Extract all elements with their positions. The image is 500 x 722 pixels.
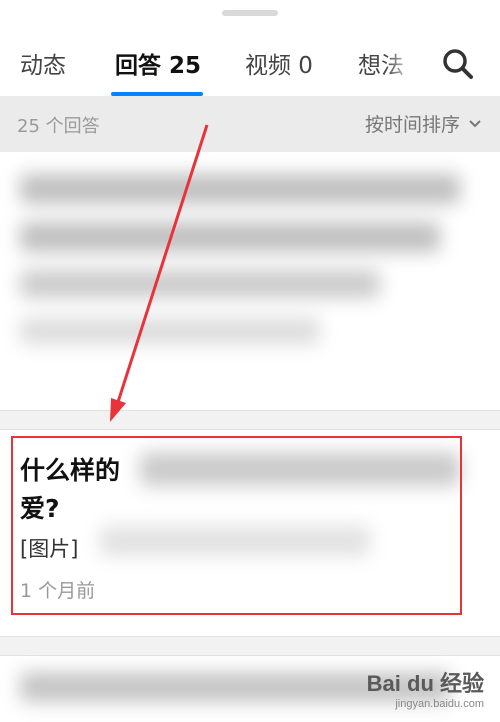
- tab-bar: 动态 回答 25 视频 0 想法: [0, 28, 500, 96]
- answer-card-blurred[interactable]: [0, 152, 500, 410]
- tab-answers[interactable]: 回答 25: [115, 46, 201, 80]
- tab-videos[interactable]: 视频 0: [245, 46, 313, 80]
- card-divider: [0, 410, 500, 430]
- card-divider: [0, 636, 500, 656]
- tab-activity[interactable]: 动态: [20, 46, 66, 80]
- chevron-down-icon: [469, 119, 481, 127]
- blurred-text: [20, 174, 460, 204]
- watermark-url: jingyan.baidu.com: [395, 698, 484, 710]
- sort-dropdown[interactable]: 按时间排序: [365, 110, 482, 137]
- watermark: Bai du 经验 jingyan.baidu.com: [367, 666, 484, 710]
- blurred-text: [20, 222, 440, 252]
- blurred-text: [20, 270, 380, 298]
- highlight-box: [11, 436, 462, 615]
- answers-subheader: 25 个回答 按时间排序: [0, 96, 500, 152]
- search-button[interactable]: [440, 46, 476, 82]
- blurred-text: [20, 318, 320, 344]
- watermark-logo: Bai du 经验: [366, 671, 484, 696]
- tab-overflow-fade: [385, 28, 430, 96]
- answers-sheet: 动态 回答 25 视频 0 想法 25 个回答 按时间排序 什么样的 爱? [图…: [0, 0, 500, 722]
- drag-handle[interactable]: [222, 10, 278, 16]
- answer-count: 25 个回答: [17, 116, 100, 137]
- sort-label: 按时间排序: [364, 114, 460, 136]
- search-icon: [443, 49, 473, 79]
